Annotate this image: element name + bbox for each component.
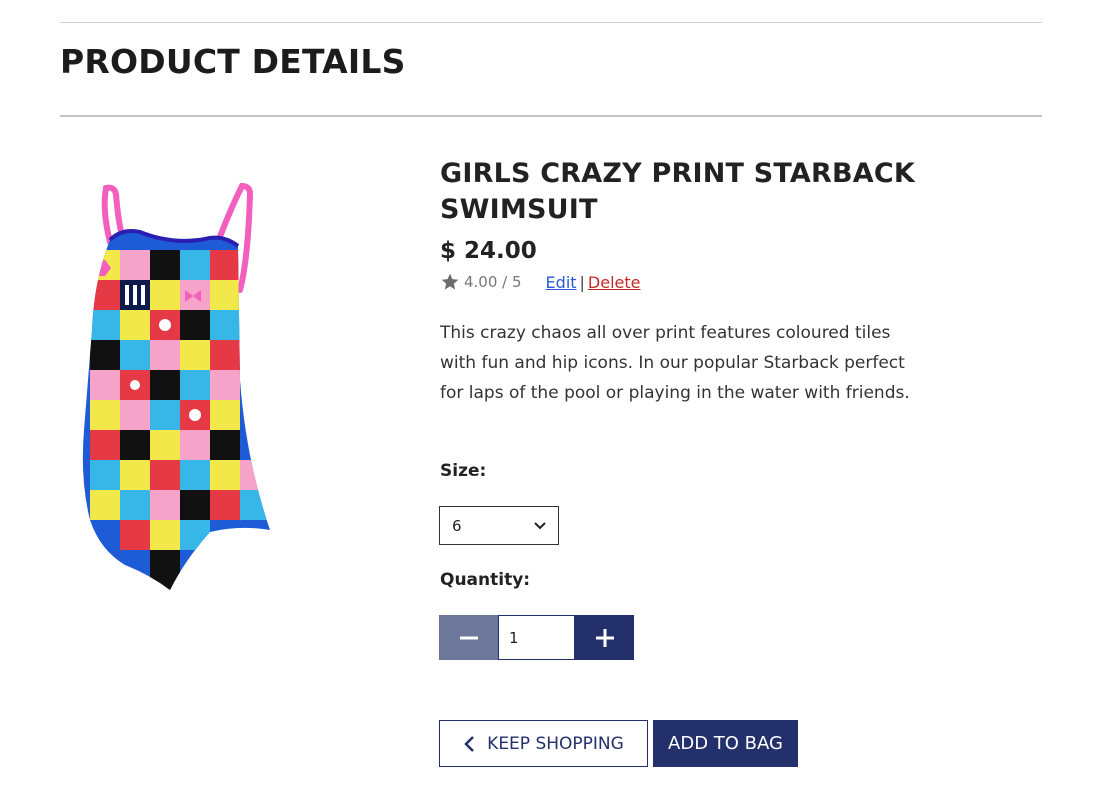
size-select[interactable]: 6 xyxy=(439,506,559,545)
product-info: GIRLS CRAZY PRINT STARBACK SWIMSUIT $ 24… xyxy=(440,156,940,425)
plus-icon xyxy=(595,628,614,647)
edit-link[interactable]: Edit xyxy=(546,273,577,292)
chevron-left-icon xyxy=(464,735,475,752)
product-price: $ 24.00 xyxy=(440,238,537,264)
size-label: Size: xyxy=(440,461,487,481)
product-description: This crazy chaos all over print features… xyxy=(440,323,910,403)
decrease-quantity-button[interactable] xyxy=(439,615,498,660)
keep-shopping-label: KEEP SHOPPING xyxy=(487,733,624,754)
header-divider xyxy=(60,115,1042,117)
delete-link[interactable]: Delete xyxy=(588,273,641,292)
page-title: PRODUCT DETAILS xyxy=(60,42,406,81)
quantity-stepper xyxy=(439,615,634,660)
link-separator: | xyxy=(579,272,585,292)
rating-row: 4.00 / 5 Edit | Delete xyxy=(440,272,940,292)
increase-quantity-button[interactable] xyxy=(575,615,634,660)
quantity-input[interactable] xyxy=(498,615,575,660)
product-image xyxy=(82,182,270,590)
chevron-down-icon xyxy=(534,521,546,529)
add-to-bag-button[interactable]: ADD TO BAG xyxy=(653,720,798,767)
keep-shopping-button[interactable]: KEEP SHOPPING xyxy=(439,720,648,767)
rating-value: 4.00 / 5 xyxy=(464,273,522,291)
top-divider xyxy=(60,22,1042,23)
quantity-label: Quantity: xyxy=(440,570,531,590)
product-name: GIRLS CRAZY PRINT STARBACK SWIMSUIT xyxy=(440,158,915,225)
size-selected-value: 6 xyxy=(452,516,462,535)
add-to-bag-label: ADD TO BAG xyxy=(668,733,783,754)
star-icon xyxy=(441,273,459,290)
minus-icon xyxy=(459,636,478,639)
